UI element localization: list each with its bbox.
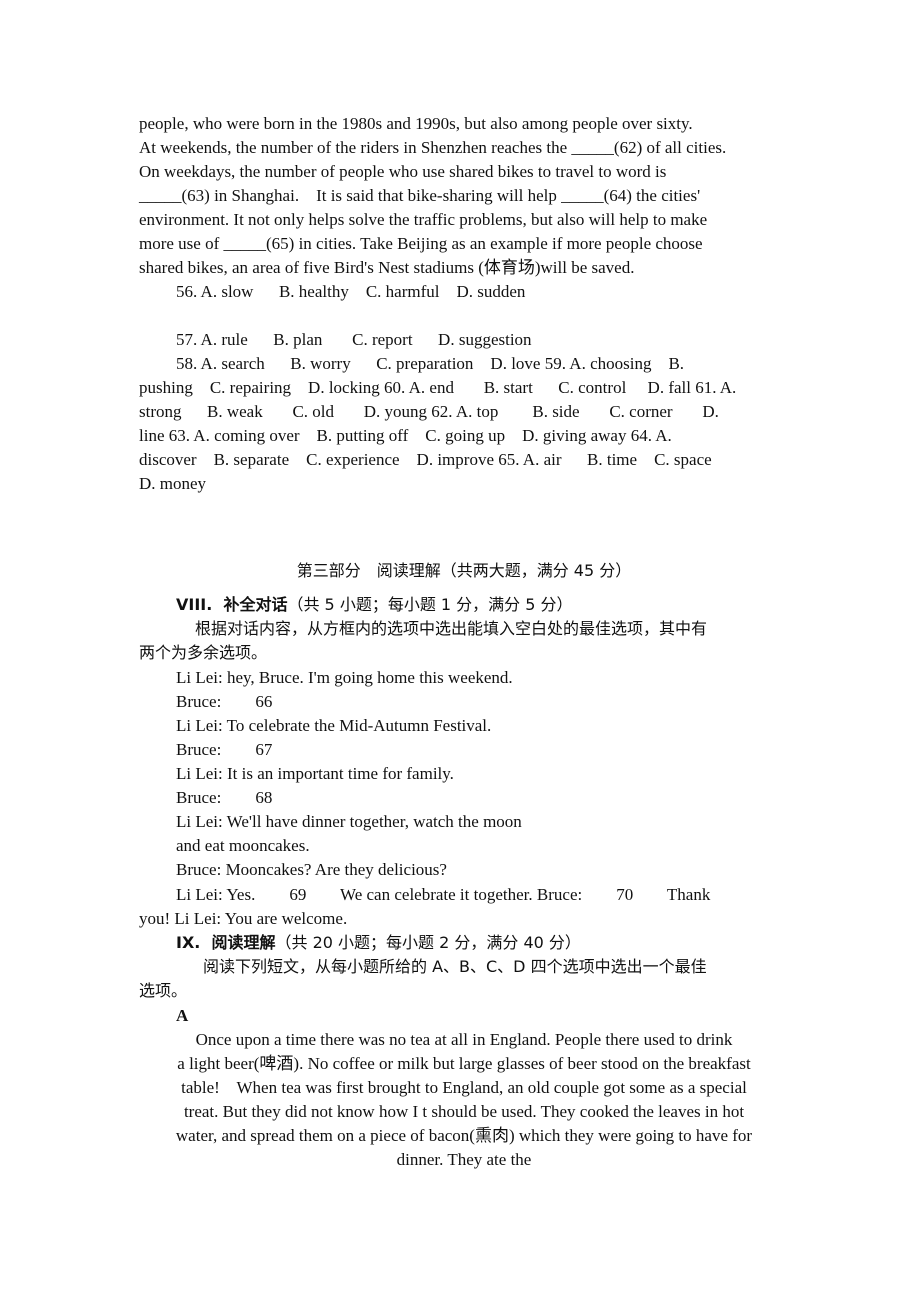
dialogue-line: and eat mooncakes.	[176, 836, 310, 855]
section8-heading: VIII. 补全对话（共 5 小题；每小题 1 分，满分 5 分）	[176, 593, 573, 617]
option-line-57: 57. A. rule B. plan C. report D. suggest…	[176, 330, 532, 349]
section9-heading-bold: IX. 阅读理解	[176, 933, 276, 952]
reading-passage-line: Once upon a time there was no tea at all…	[195, 1030, 733, 1049]
passage-line: people, who were born in the 1980s and 1…	[139, 114, 693, 133]
passage-line: _____(63) in Shanghai. It is said that b…	[139, 186, 701, 205]
dialogue-line: Bruce: Mooncakes? Are they delicious?	[176, 860, 447, 879]
section9-heading-rest: （共 20 小题；每小题 2 分，满分 40 分）	[275, 933, 581, 952]
reading-passage-line: dinner. They ate the	[396, 1150, 532, 1169]
dialogue-line: Li Lei: Yes. 69 We can celebrate it toge…	[176, 885, 711, 904]
dialogue-line: Li Lei: To celebrate the Mid-Autumn Fest…	[176, 716, 492, 735]
passage-line: shared bikes, an area of five Bird's Nes…	[139, 258, 635, 277]
option-line: discover B. separate C. experience D. im…	[139, 450, 712, 469]
reading-passage-line: treat. But they did not know how I t sho…	[183, 1102, 745, 1121]
reading-passage-line: table! When tea was first brought to Eng…	[181, 1078, 747, 1097]
dialogue-line: Bruce: 67	[176, 740, 273, 759]
part3-title: 第三部分 阅读理解（共两大题，满分 45 分）	[296, 561, 632, 580]
dialogue-line: Li Lei: hey, Bruce. I'm going home this …	[176, 668, 513, 687]
dialogue-line: you! Li Lei: You are welcome.	[139, 909, 348, 928]
section8-instruction: 两个为多余选项。	[139, 643, 268, 662]
section8-heading-bold: VIII. 补全对话	[176, 595, 288, 614]
dialogue-line: Li Lei: We'll have dinner together, watc…	[176, 812, 522, 831]
dialogue-line: Bruce: 68	[176, 788, 273, 807]
section8-instruction: 根据对话内容，从方框内的选项中选出能填入空白处的最佳选项，其中有	[195, 619, 708, 638]
option-line: D. money	[139, 474, 207, 493]
passage-label: A	[176, 1006, 189, 1025]
passage-line: more use of _____(65) in cities. Take Be…	[139, 234, 703, 253]
section9-instruction: 阅读下列短文，从每小题所给的 A、B、C、D 四个选项中选出一个最佳	[203, 957, 707, 976]
option-line-56: 56. A. slow B. healthy C. harmful D. sud…	[176, 282, 526, 301]
option-line: line 63. A. coming over B. putting off C…	[139, 426, 672, 445]
passage-line: On weekdays, the number of people who us…	[139, 162, 667, 181]
passage-line: environment. It not only helps solve the…	[139, 210, 708, 229]
dialogue-line: Bruce: 66	[176, 692, 273, 711]
option-line: strong B. weak C. old D. young 62. A. to…	[139, 402, 719, 421]
option-line: pushing C. repairing D. locking 60. A. e…	[139, 378, 737, 397]
dialogue-line: Li Lei: It is an important time for fami…	[176, 764, 454, 783]
reading-passage-line: water, and spread them on a piece of bac…	[175, 1126, 753, 1145]
reading-passage-line: a light beer(啤酒). No coffee or milk but …	[177, 1054, 751, 1073]
passage-line: At weekends, the number of the riders in…	[139, 138, 727, 157]
option-line-58: 58. A. search B. worry C. preparation D.…	[176, 354, 685, 373]
section8-heading-rest: （共 5 小题；每小题 1 分，满分 5 分）	[287, 595, 573, 614]
section9-heading: IX. 阅读理解（共 20 小题；每小题 2 分，满分 40 分）	[176, 931, 581, 955]
section9-instruction: 选项。	[139, 981, 188, 1000]
